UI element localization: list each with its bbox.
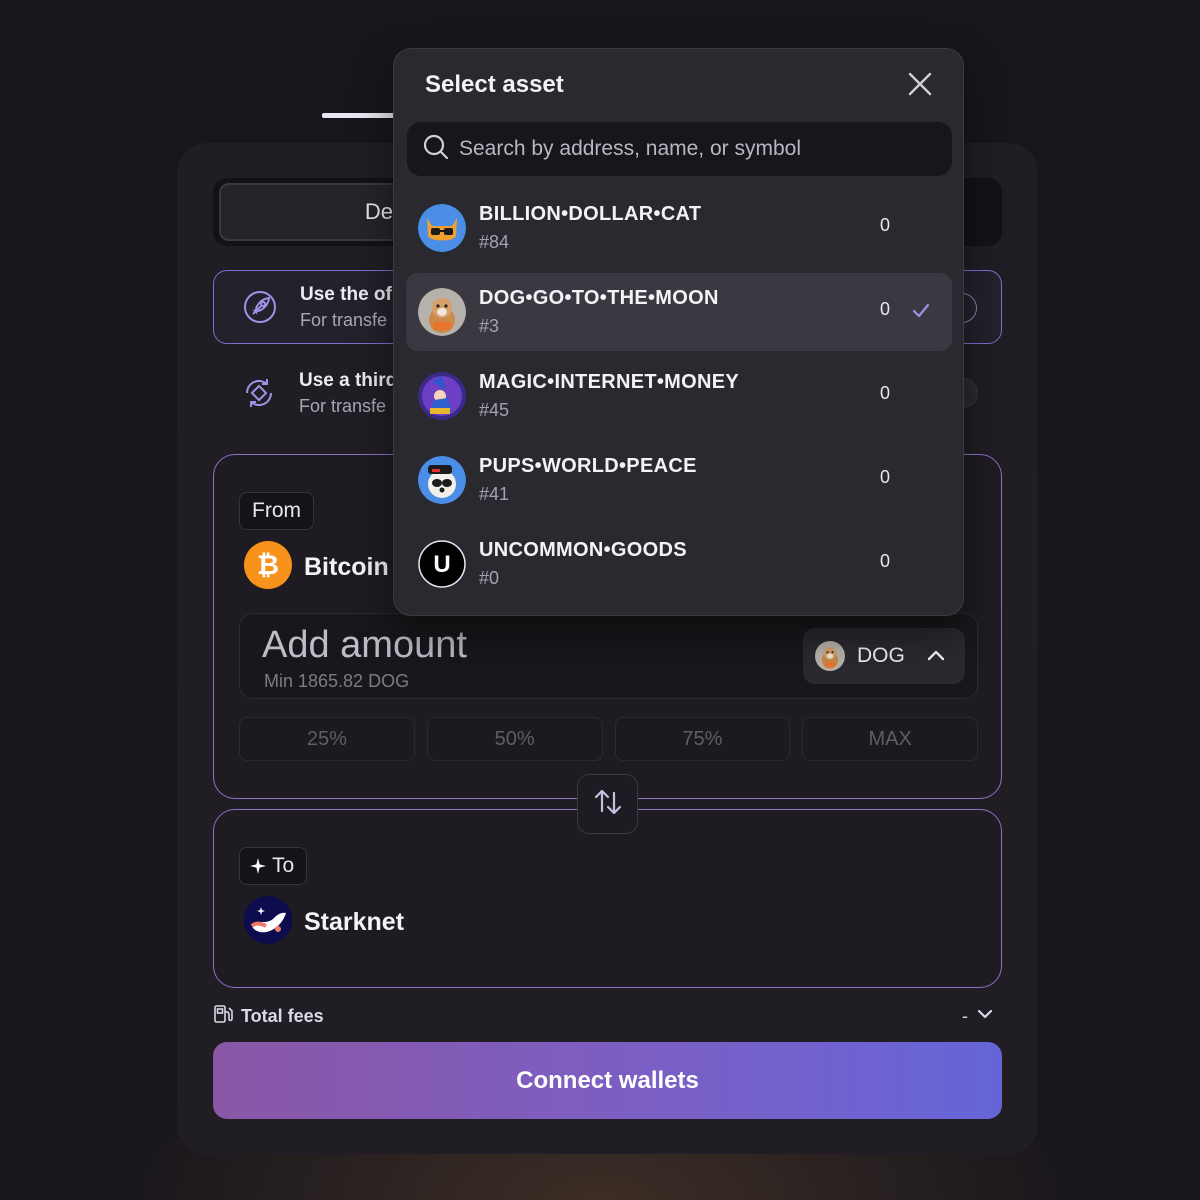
- asset-name: PUPS•WORLD•PEACE: [479, 455, 697, 477]
- chevron-down-icon: [976, 1005, 994, 1028]
- total-fees-value-group: -: [962, 1005, 994, 1028]
- check-icon: [911, 301, 931, 326]
- dog-go-to-the-moon-icon: [418, 288, 466, 336]
- chevron-up-icon: [925, 645, 947, 672]
- from-chain-name: Bitcoin: [304, 553, 389, 581]
- from-label: From: [239, 492, 314, 530]
- asset-number: #84: [479, 232, 510, 252]
- min-amount-text: Min 1865.82 DOG: [264, 671, 410, 691]
- option-subtitle: For transfe: [300, 309, 388, 330]
- asset-balance: 0: [880, 551, 891, 571]
- rocket-icon: [240, 287, 280, 327]
- magic-internet-money-icon: [418, 372, 466, 420]
- asset-name: UNCOMMON•GOODS: [479, 539, 687, 561]
- amount-field: Min 1865.82 DOG DOG: [239, 613, 978, 699]
- asset-name: BILLION•DOLLAR•CAT: [479, 203, 702, 225]
- total-fees-row[interactable]: Total fees -: [213, 1004, 1002, 1028]
- close-icon: [907, 71, 933, 102]
- asset-number: #41: [479, 484, 510, 504]
- svg-text:₿: ₿: [257, 550, 279, 581]
- asset-item-pups-world-peace[interactable]: PUPS•WORLD•PEACE #41 0: [406, 441, 952, 519]
- tab-deposit[interactable]: De: [219, 183, 409, 241]
- modal-title: Select asset: [425, 71, 564, 98]
- starknet-icon: [244, 896, 292, 949]
- asset-item-billion-dollar-cat[interactable]: BILLION•DOLLAR•CAT #84 0: [406, 189, 952, 267]
- percent-buttons: 25% 50% 75% MAX: [239, 717, 978, 761]
- progress-indicator: [322, 113, 400, 118]
- connect-wallets-button[interactable]: Connect wallets: [213, 1042, 1002, 1119]
- billion-dollar-cat-icon: [418, 204, 466, 252]
- svg-text:U: U: [433, 551, 450, 578]
- asset-balance: 0: [880, 215, 891, 235]
- swap-arrows-icon: [591, 785, 625, 824]
- asset-search-field: [407, 122, 952, 176]
- bitcoin-icon: ₿: [244, 541, 292, 594]
- asset-balance: 0: [880, 299, 891, 319]
- search-icon: [423, 134, 449, 165]
- max-button[interactable]: MAX: [802, 717, 978, 761]
- amount-input[interactable]: [262, 624, 682, 667]
- total-fees-label: Total fees: [241, 1005, 324, 1026]
- uncommon-goods-icon: U: [418, 540, 466, 588]
- asset-number: #3: [479, 316, 500, 336]
- close-button[interactable]: [905, 71, 935, 101]
- percent-75-button[interactable]: 75%: [614, 717, 791, 761]
- to-chain-name: Starknet: [304, 908, 405, 936]
- from-label-text: From: [252, 499, 301, 522]
- option-title: Use the of: [300, 283, 392, 305]
- asset-number: #45: [479, 400, 510, 420]
- total-fees-value: -: [962, 1005, 968, 1026]
- token-symbol: DOG: [857, 644, 905, 667]
- pups-world-peace-icon: [418, 456, 466, 504]
- exchange-icon: [239, 373, 279, 413]
- asset-item-magic-internet-money[interactable]: MAGIC•INTERNET•MONEY #45 0: [406, 357, 952, 435]
- to-panel: To Starknet: [213, 809, 1002, 988]
- tab-deposit-label: De: [364, 199, 393, 224]
- asset-name: MAGIC•INTERNET•MONEY: [479, 371, 740, 393]
- option-title: Use a third: [299, 369, 398, 391]
- option-subtitle: For transfe: [299, 395, 387, 416]
- token-select-button[interactable]: DOG: [803, 628, 965, 684]
- asset-item-dog-go-to-the-moon[interactable]: DOG•GO•TO•THE•MOON #3 0: [406, 273, 952, 351]
- asset-name: DOG•GO•TO•THE•MOON: [479, 287, 719, 309]
- to-label-text: To: [272, 854, 295, 877]
- asset-search-input[interactable]: [459, 137, 919, 161]
- asset-balance: 0: [880, 467, 891, 487]
- sparkle-icon: [250, 858, 266, 874]
- from-chain[interactable]: ₿ Bitcoin: [244, 541, 389, 594]
- to-chain[interactable]: Starknet: [244, 896, 404, 949]
- percent-50-button[interactable]: 50%: [426, 717, 603, 761]
- gas-pump-icon: [213, 1004, 233, 1029]
- percent-25-button[interactable]: 25%: [239, 717, 415, 761]
- dog-token-icon: [815, 641, 845, 671]
- swap-direction-button[interactable]: [577, 774, 638, 834]
- select-asset-modal: Select asset BILLION: [393, 48, 964, 616]
- asset-balance: 0: [880, 383, 891, 403]
- to-label: To: [239, 847, 308, 885]
- asset-item-uncommon-goods[interactable]: U UNCOMMON•GOODS #0 0: [406, 525, 952, 603]
- asset-number: #0: [479, 568, 500, 588]
